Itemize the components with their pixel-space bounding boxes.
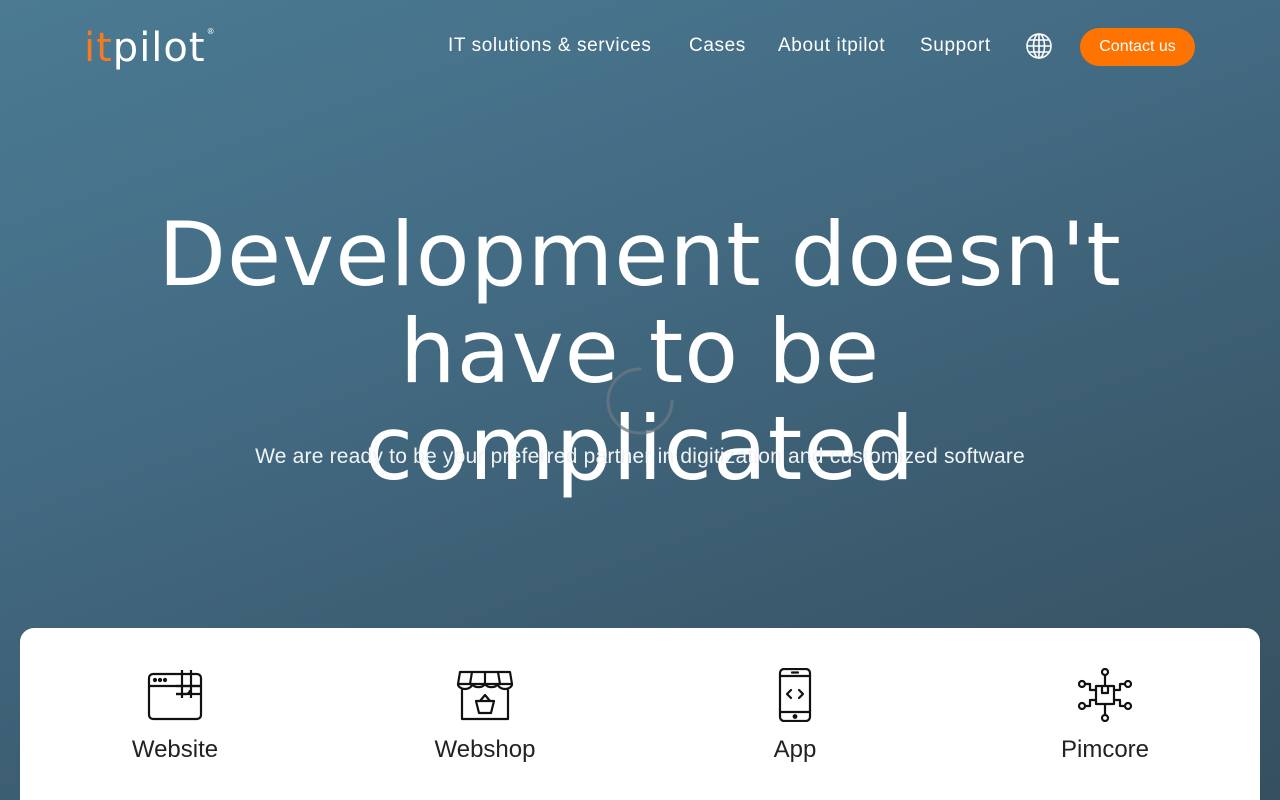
service-card-website[interactable]: Website xyxy=(55,668,295,778)
nav-item-about[interactable]: About itpilot xyxy=(778,34,885,58)
nav-item-it-solutions[interactable]: IT solutions & services xyxy=(448,34,652,58)
service-label-webshop: Webshop xyxy=(434,736,536,763)
hero-title-line-1: Development doesn't xyxy=(158,203,1122,306)
loading-spinner-icon xyxy=(605,366,675,436)
service-card-webshop[interactable]: Webshop xyxy=(365,668,605,778)
logo-pilot: pilot xyxy=(112,25,206,71)
service-card-pimcore[interactable]: Pimcore xyxy=(985,668,1225,778)
services-panel: Website Webshop App Pimcore xyxy=(20,628,1260,800)
nav-item-support[interactable]: Support xyxy=(920,34,991,58)
service-label-app: App xyxy=(773,736,817,763)
itpilot-logo[interactable]: it pilot ® xyxy=(84,24,216,71)
top-navigation: it pilot ® IT solutions & services Cases A… xyxy=(0,0,1280,92)
logo-it: it xyxy=(84,25,113,71)
service-label-pimcore: Pimcore xyxy=(1060,736,1150,763)
logo-registered-mark: ® xyxy=(206,27,216,36)
smartphone-code-icon xyxy=(778,668,812,722)
nav-item-cases[interactable]: Cases xyxy=(689,34,746,58)
shop-basket-icon xyxy=(456,670,514,721)
contact-us-button[interactable]: Contact us xyxy=(1080,28,1195,66)
globe-icon[interactable] xyxy=(1025,32,1053,60)
hero-subtitle: We are ready to be your preferred partne… xyxy=(255,445,1025,468)
network-box-icon xyxy=(1077,668,1133,722)
service-card-app[interactable]: App xyxy=(675,668,915,778)
service-label-website: Website xyxy=(131,736,219,763)
browser-window-icon xyxy=(147,670,203,721)
